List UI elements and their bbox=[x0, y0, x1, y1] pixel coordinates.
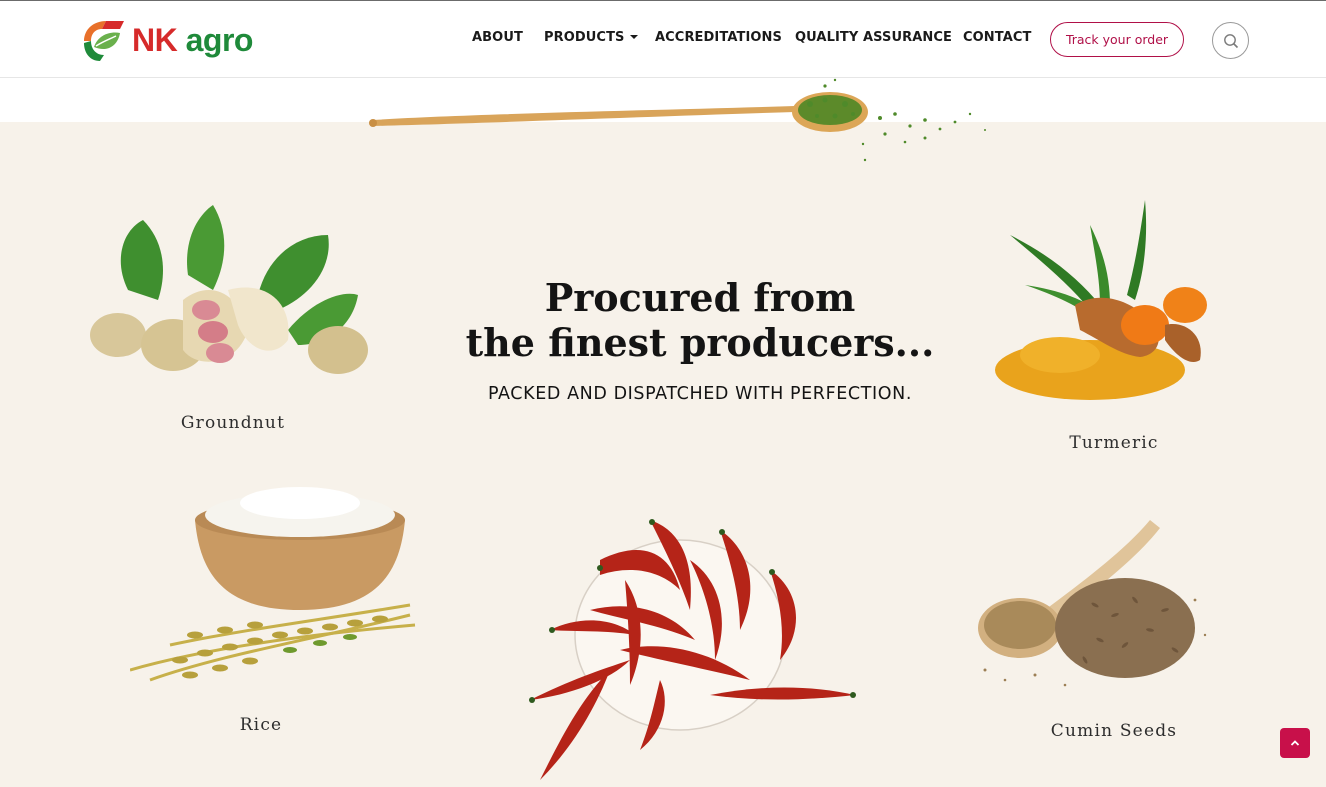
nav-quality-assurance[interactable]: QUALITY ASSURANCE bbox=[795, 30, 952, 45]
rice-image bbox=[130, 487, 416, 682]
cumin-seeds-image bbox=[978, 520, 1207, 687]
product-label-turmeric: Turmeric bbox=[1069, 433, 1159, 453]
search-button[interactable] bbox=[1212, 22, 1249, 59]
search-icon bbox=[1223, 33, 1238, 48]
product-label-groundnut: Groundnut bbox=[180, 413, 286, 433]
groundnut-image bbox=[90, 205, 368, 374]
nav-accreditations[interactable]: ACCREDITATIONS bbox=[655, 30, 782, 45]
hero-headline-line2: the finest producers... bbox=[465, 320, 935, 365]
nav-about[interactable]: ABOUT bbox=[472, 30, 523, 45]
product-label-cumin-seeds: Cumin Seeds bbox=[1050, 721, 1178, 741]
nav-contact[interactable]: CONTACT bbox=[963, 30, 1032, 45]
hero-headline-line1: Procured from bbox=[544, 275, 856, 320]
hero-headline: Procured from the finest producers... bbox=[440, 275, 960, 365]
herb-spoon-image bbox=[369, 78, 986, 162]
site-header: NK agro ABOUT PRODUCTS ACCREDITATIONS QU… bbox=[0, 1, 1326, 78]
nav-products[interactable]: PRODUCTS bbox=[544, 30, 638, 45]
hero-subline: PACKED AND DISPATCHED WITH PERFECTION. bbox=[488, 384, 912, 404]
chevron-up-icon bbox=[1290, 740, 1300, 746]
product-label-rice: Rice bbox=[239, 715, 283, 735]
back-to-top-button[interactable] bbox=[1280, 728, 1310, 758]
caret-down-icon bbox=[629, 34, 638, 39]
red-chilli-image bbox=[529, 519, 856, 780]
turmeric-image bbox=[995, 200, 1207, 400]
track-order-button[interactable]: Track your order bbox=[1050, 22, 1184, 57]
nav-products-label: PRODUCTS bbox=[544, 30, 625, 45]
